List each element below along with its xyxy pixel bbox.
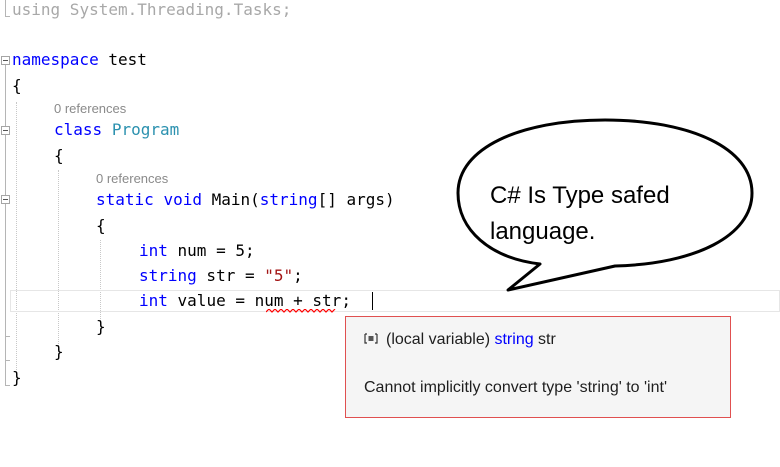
speech-bubble-line1: C# Is Type safed [490,182,670,209]
code-line-main-open: { [96,216,106,236]
string-literal: "5" [264,266,294,285]
outline-tick-namespace [5,385,10,386]
brace: { [12,76,22,95]
quickinfo-tooltip: (local variable) string str Cannot impli… [345,316,731,418]
indent-guide-method [100,240,101,325]
num-declaration: num = 5; [167,241,255,260]
speech-bubble-text: C# Is Type safed language. [490,178,690,250]
main-signature-end: [] args) [317,190,395,209]
class-keyword: class [54,120,103,139]
tooltip-name: str [533,331,556,348]
outline-tick-method [5,336,10,337]
code-editor[interactable]: using System.Threading.Tasks; namespace … [0,0,780,467]
using-namespace: System.Threading.Tasks; [60,0,292,19]
namespace-keyword: namespace [12,50,99,69]
tooltip-prefix: (local variable) [386,331,495,348]
code-line-namespace-open: { [12,76,22,96]
tooltip-signature: (local variable) string str [364,331,556,349]
void-keyword: void [163,190,202,209]
collapse-class-icon[interactable] [1,126,10,135]
brace: } [54,342,64,361]
string-keyword: string [139,266,197,285]
value-declaration: value = [167,291,255,310]
current-line-highlight [10,290,780,312]
collapse-namespace-icon[interactable] [1,56,10,65]
code-line-main: static void Main(string[] args) [96,190,395,210]
code-line-namespace: namespace test [12,50,147,70]
brace: { [96,216,106,235]
brace: } [96,317,106,336]
local-variable-icon [364,333,378,344]
speech-bubble-line2: language. [490,218,596,245]
code-line-using: using System.Threading.Tasks; [12,0,291,20]
static-keyword: static [96,190,154,209]
outline-line-using [5,0,6,16]
str-declaration: str = [196,266,265,285]
main-signature-start: Main( [201,190,260,209]
indent-guide-namespace [16,102,17,370]
error-expression[interactable]: num + str [255,291,342,310]
namespace-name: test [98,50,147,69]
code-line-class: class Program [54,120,179,140]
error-squiggle-icon [266,309,336,313]
code-line-class-close: } [54,342,64,362]
class-name: Program [111,120,180,139]
semicolon: ; [293,266,303,285]
codelens-class-references[interactable]: 0 references [54,101,126,117]
outline-tick-using [5,16,10,17]
indent-guide-class [58,170,59,350]
code-line-value: int value = num + str; [139,291,351,311]
code-line-num: int num = 5; [139,241,255,261]
code-line-namespace-close: } [12,368,22,388]
codelens-method-references[interactable]: 0 references [96,171,168,187]
collapse-method-icon[interactable] [1,195,10,204]
outline-tick-class [5,360,10,361]
int-keyword: int [139,241,168,260]
int-keyword: int [139,291,168,310]
tooltip-error-message: Cannot implicitly convert type 'string' … [364,379,668,396]
outline-line-namespace [5,65,6,385]
code-line-str: string str = "5"; [139,266,303,286]
brace: } [12,368,22,387]
code-line-class-open: { [54,146,64,166]
semicolon: ; [341,291,351,310]
using-keyword: using [12,0,61,19]
tooltip-type: string [494,331,534,348]
code-line-main-close: } [96,317,106,337]
brace: { [54,146,64,165]
text-caret [372,292,373,310]
string-keyword: string [259,190,318,209]
